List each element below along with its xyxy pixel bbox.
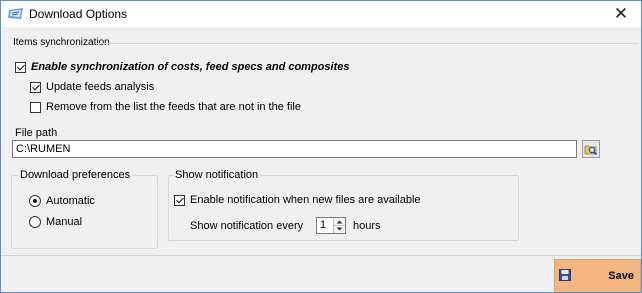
window-title: Download Options	[29, 7, 128, 21]
app-icon	[8, 8, 23, 19]
hours-value[interactable]: 1	[320, 219, 326, 231]
manual-label[interactable]: Manual	[46, 216, 82, 228]
enable-notification-checkbox[interactable]	[174, 195, 185, 206]
automatic-radio[interactable]	[29, 195, 41, 207]
update-feeds-checkbox[interactable]	[30, 82, 41, 93]
stepper-arrows-icon[interactable]	[334, 218, 345, 233]
remove-feeds-label[interactable]: Remove from the list the feeds that are …	[46, 101, 301, 113]
browse-button[interactable]	[582, 140, 600, 158]
hours-unit-label: hours	[353, 220, 381, 232]
save-label[interactable]: Save	[608, 270, 634, 282]
save-button[interactable]: Save	[554, 259, 641, 292]
enable-sync-label[interactable]: Enable synchronization of costs, feed sp…	[31, 61, 349, 73]
floppy-disk-icon	[559, 269, 571, 281]
enable-sync-checkbox[interactable]	[15, 62, 26, 73]
remove-feeds-checkbox[interactable]	[30, 102, 41, 113]
section-divider	[96, 43, 638, 44]
show-notification-title: Show notification	[173, 169, 261, 181]
file-path-label: File path	[15, 127, 58, 139]
close-icon: ✕	[613, 4, 629, 23]
footer-bar: Save	[1, 255, 641, 292]
close-button[interactable]: ✕	[601, 1, 641, 27]
download-options-window: Download Options ✕ Items synchronization…	[0, 0, 642, 293]
update-feeds-label[interactable]: Update feeds analysis	[46, 81, 154, 93]
manual-radio[interactable]	[29, 216, 41, 228]
enable-notification-label[interactable]: Enable notification when new files are a…	[190, 194, 421, 206]
download-preferences-title: Download preferences	[18, 169, 133, 181]
title-bar: Download Options ✕	[1, 1, 641, 27]
options-content: Items synchronization Enable synchroniza…	[1, 27, 641, 255]
automatic-label[interactable]: Automatic	[46, 195, 95, 207]
download-preferences-group	[11, 175, 158, 249]
stepper-buttons[interactable]	[333, 218, 345, 233]
hours-stepper[interactable]: 1	[316, 217, 346, 234]
folder-search-icon	[584, 145, 598, 156]
notification-every-label: Show notification every	[190, 220, 304, 232]
file-path-input[interactable]	[12, 140, 577, 158]
